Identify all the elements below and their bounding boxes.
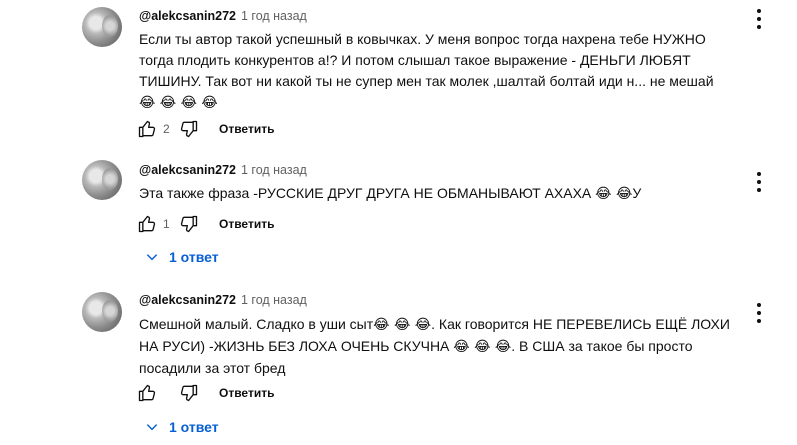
thumb-down-icon[interactable] — [177, 212, 201, 236]
comment-actions: 1 Ответить — [135, 212, 274, 236]
comment-time[interactable]: 1 год назад — [241, 163, 307, 177]
more-vert-icon[interactable] — [752, 9, 766, 29]
like-count: 1 — [163, 217, 170, 231]
more-vert-icon[interactable] — [752, 172, 766, 192]
reply-button[interactable]: Ответить — [219, 122, 274, 136]
comment-text: Смешной малый. Сладко в уши сыт😂 😂 😂. Ка… — [139, 314, 739, 379]
laughing-emoji-group: 😂 😂 😂 😂 — [139, 95, 218, 111]
comment-actions: Ответить — [135, 381, 274, 405]
avatar[interactable] — [82, 7, 122, 47]
comment-body-tail: У — [632, 185, 642, 201]
comment-header: @alekcsanin272 1 год назад — [139, 293, 307, 307]
reply-button[interactable]: Ответить — [219, 217, 274, 231]
avatar[interactable] — [82, 160, 122, 200]
comment-time[interactable]: 1 год назад — [241, 9, 307, 23]
thumb-up-icon[interactable] — [135, 381, 159, 405]
chevron-down-icon — [143, 418, 161, 436]
view-replies-button[interactable]: 1 ответ — [143, 418, 219, 436]
comment-body: посадили за этот бред — [139, 360, 286, 376]
comment-body: . Как говорится НЕ ПЕРЕВЕЛИСЬ ЕЩЁ ЛОХИ — [431, 316, 730, 332]
comment-body: Смешной малый. Сладко в уши сыт — [139, 316, 374, 332]
comment-text: Эта также фраза -РУССКИЕ ДРУГ ДРУГА НЕ О… — [139, 183, 739, 205]
comment-text: Если ты автор такой успешный в ковычках.… — [139, 29, 739, 114]
more-vert-icon[interactable] — [752, 303, 766, 323]
comment-body: Если ты автор такой успешный в ковычках.… — [139, 31, 714, 89]
author-name[interactable]: @alekcsanin272 — [139, 163, 236, 177]
author-name[interactable]: @alekcsanin272 — [139, 9, 236, 23]
comment-header: @alekcsanin272 1 год назад — [139, 9, 307, 23]
author-name[interactable]: @alekcsanin272 — [139, 293, 236, 307]
replies-count-label: 1 ответ — [169, 419, 219, 435]
like-count: 2 — [163, 122, 170, 136]
chevron-down-icon — [143, 248, 161, 266]
view-replies-button[interactable]: 1 ответ — [143, 248, 219, 266]
replies-count-label: 1 ответ — [169, 249, 219, 265]
thumb-up-icon[interactable] — [135, 212, 159, 236]
comment-time[interactable]: 1 год назад — [241, 293, 307, 307]
comment-body: Эта также фраза -РУССКИЕ ДРУГ ДРУГА НЕ О… — [139, 185, 596, 201]
comment-body: НА РУСИ) -ЖИЗНЬ БЕЗ ЛОХА ОЧЕНЬ СКУЧНА — [139, 338, 454, 354]
comment-actions: 2 Ответить — [135, 117, 274, 141]
laughing-emoji-group: 😂 😂 😂 — [373, 317, 432, 333]
thumb-up-icon[interactable] — [135, 117, 159, 141]
avatar[interactable] — [82, 292, 122, 332]
thumb-down-icon[interactable] — [177, 381, 201, 405]
comment-body: . В США за такое бы просто — [511, 338, 693, 354]
comment-header: @alekcsanin272 1 год назад — [139, 163, 307, 177]
laughing-emoji-group: 😂 😂 😂 — [453, 339, 512, 355]
laughing-emoji-group: 😂 😂 — [595, 186, 633, 202]
thumb-down-icon[interactable] — [177, 117, 201, 141]
reply-button[interactable]: Ответить — [219, 386, 274, 400]
